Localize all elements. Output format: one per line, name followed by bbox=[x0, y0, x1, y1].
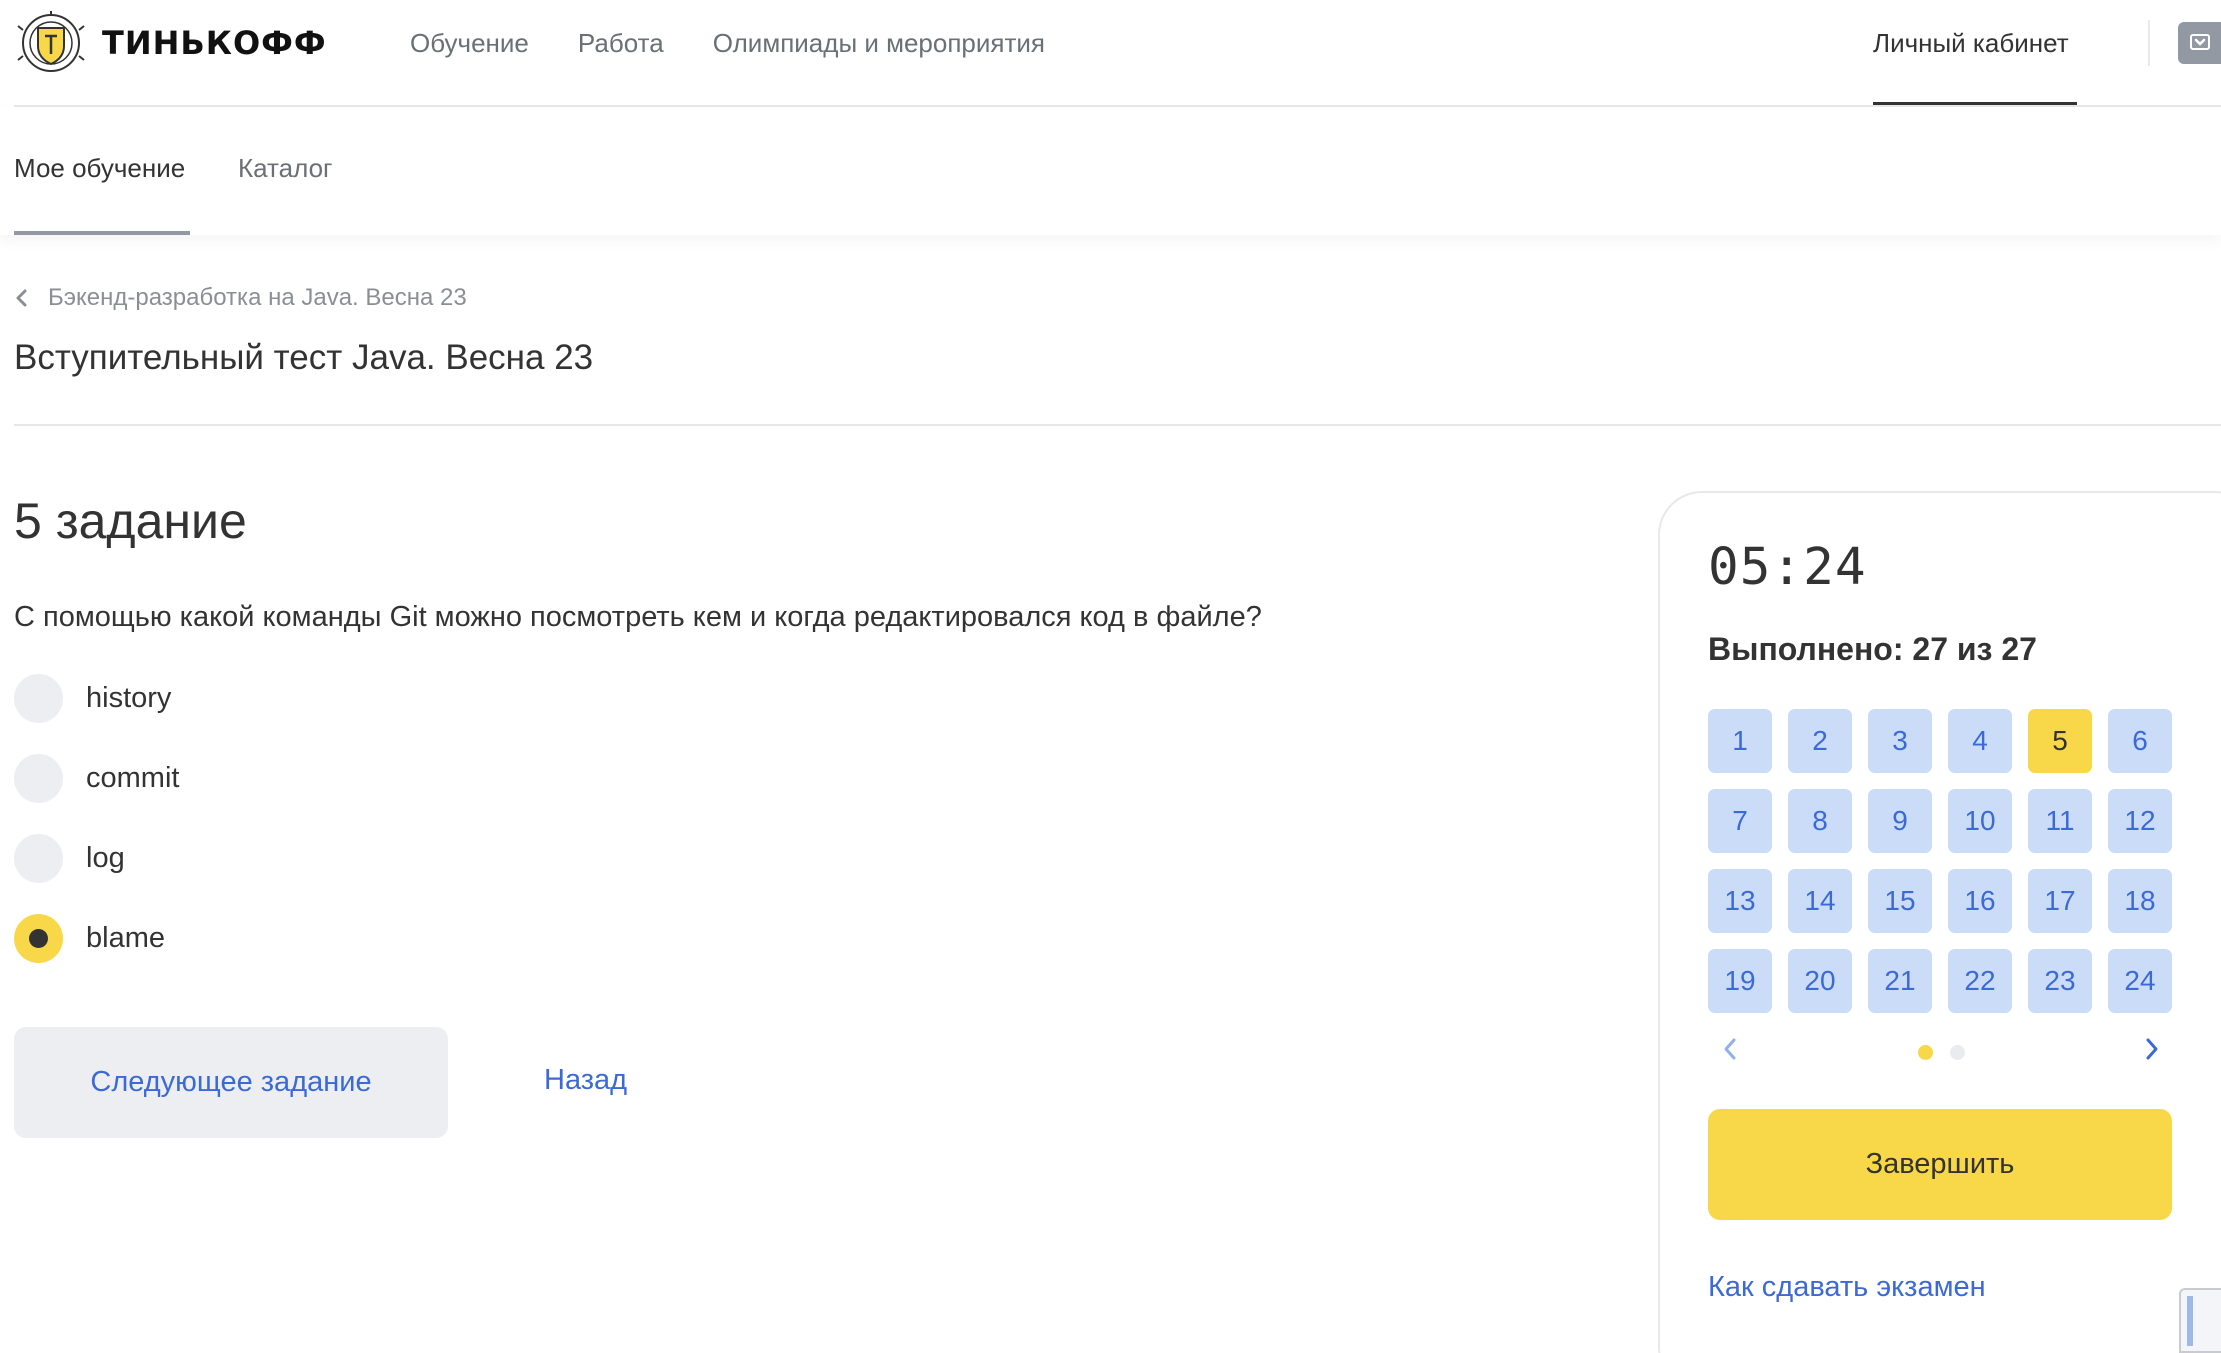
task-cell[interactable]: 22 bbox=[1948, 949, 2012, 1013]
nav-item-learning[interactable]: Обучение bbox=[410, 28, 529, 59]
task-cell[interactable]: 9 bbox=[1868, 789, 1932, 853]
answer-option-log[interactable]: log bbox=[14, 834, 125, 883]
task-cell[interactable]: 19 bbox=[1708, 949, 1772, 1013]
logo-text: ТИНЬКОФФ bbox=[102, 24, 327, 62]
option-label: blame bbox=[86, 922, 165, 954]
task-cell[interactable]: 3 bbox=[1868, 709, 1932, 773]
task-cell[interactable]: 24 bbox=[2108, 949, 2172, 1013]
task-cell[interactable]: 14 bbox=[1788, 869, 1852, 933]
option-label: history bbox=[86, 682, 172, 714]
thumbnail-content bbox=[2187, 1296, 2193, 1346]
task-cell[interactable]: 10 bbox=[1948, 789, 2012, 853]
breadcrumb[interactable]: Бэкенд-разработка на Java. Весна 23 bbox=[14, 284, 467, 312]
how-to-take-exam-link[interactable]: Как сдавать экзамен bbox=[1708, 1271, 1986, 1304]
active-tab-indicator bbox=[14, 231, 190, 235]
sub-navigation: Мое обучение Каталог bbox=[0, 107, 2221, 235]
header-divider bbox=[2148, 20, 2150, 66]
task-grid-pager bbox=[1708, 1035, 2172, 1069]
task-cell[interactable]: 12 bbox=[2108, 789, 2172, 853]
timer: 05:24 bbox=[1708, 538, 1867, 597]
tab-my-learning[interactable]: Мое обучение bbox=[14, 153, 185, 184]
task-cell[interactable]: 2 bbox=[1788, 709, 1852, 773]
finish-button[interactable]: Завершить bbox=[1708, 1109, 2172, 1220]
task-cell[interactable]: 13 bbox=[1708, 869, 1772, 933]
account-link[interactable]: Личный кабинет bbox=[1873, 28, 2069, 59]
radio-button[interactable] bbox=[14, 834, 63, 883]
task-cell-current[interactable]: 5 bbox=[2028, 709, 2092, 773]
task-cell[interactable]: 16 bbox=[1948, 869, 2012, 933]
task-cell[interactable]: 1 bbox=[1708, 709, 1772, 773]
title-divider bbox=[14, 424, 2221, 426]
task-cell[interactable]: 15 bbox=[1868, 869, 1932, 933]
task-cell[interactable]: 7 bbox=[1708, 789, 1772, 853]
chevron-left-icon bbox=[16, 289, 27, 307]
expand-button[interactable] bbox=[2178, 22, 2221, 64]
pager-dot-active[interactable] bbox=[1918, 1045, 1933, 1060]
coat-of-arms-icon bbox=[17, 11, 85, 72]
pager-dots bbox=[1918, 1045, 1982, 1060]
task-cell[interactable]: 11 bbox=[2028, 789, 2092, 853]
answer-option-blame[interactable]: blame bbox=[14, 914, 165, 963]
option-label: commit bbox=[86, 762, 180, 794]
option-label: log bbox=[86, 842, 125, 874]
answer-option-commit[interactable]: commit bbox=[14, 754, 179, 803]
pager-next-button[interactable] bbox=[2144, 1037, 2160, 1066]
task-cell[interactable]: 18 bbox=[2108, 869, 2172, 933]
question-text: С помощью какой команды Git можно посмот… bbox=[14, 601, 1262, 633]
answer-option-history[interactable]: history bbox=[14, 674, 171, 723]
pager-prev-button[interactable] bbox=[1722, 1037, 1738, 1066]
breadcrumb-label: Бэкенд-разработка на Java. Весна 23 bbox=[48, 284, 467, 311]
task-cell[interactable]: 17 bbox=[2028, 869, 2092, 933]
main-nav: Обучение Работа Олимпиады и мероприятия bbox=[410, 28, 1094, 59]
chevron-left-icon bbox=[1724, 1038, 1736, 1060]
next-task-button[interactable]: Следующее задание bbox=[14, 1027, 448, 1138]
radio-dot bbox=[29, 929, 48, 948]
task-cell[interactable]: 6 bbox=[2108, 709, 2172, 773]
task-grid: 1 2 3 4 5 6 7 8 9 10 11 12 13 14 15 16 1… bbox=[1708, 709, 2172, 1013]
logo[interactable]: ТИНЬКОФФ bbox=[14, 10, 327, 76]
radio-button[interactable] bbox=[14, 754, 63, 803]
tab-catalog[interactable]: Каталог bbox=[238, 153, 333, 184]
nav-item-olympiads[interactable]: Олимпиады и мероприятия bbox=[713, 28, 1045, 59]
page-title: Вступительный тест Java. Весна 23 bbox=[14, 338, 594, 377]
preview-thumbnail[interactable] bbox=[2179, 1288, 2221, 1353]
task-cell[interactable]: 23 bbox=[2028, 949, 2092, 1013]
task-cell[interactable]: 20 bbox=[1788, 949, 1852, 1013]
chevron-down-icon bbox=[2189, 34, 2210, 50]
task-cell[interactable]: 8 bbox=[1788, 789, 1852, 853]
back-link[interactable]: Назад bbox=[544, 1064, 627, 1097]
task-cell[interactable]: 4 bbox=[1948, 709, 2012, 773]
radio-button[interactable] bbox=[14, 674, 63, 723]
task-heading: 5 задание bbox=[14, 493, 247, 549]
nav-item-work[interactable]: Работа bbox=[578, 28, 664, 59]
radio-button-selected[interactable] bbox=[14, 914, 63, 963]
pager-dot[interactable] bbox=[1950, 1045, 1965, 1060]
task-cell[interactable]: 21 bbox=[1868, 949, 1932, 1013]
chevron-right-icon bbox=[2146, 1038, 2158, 1060]
progress-label: Выполнено: 27 из 27 bbox=[1708, 631, 2037, 667]
top-header: ТИНЬКОФФ Обучение Работа Олимпиады и мер… bbox=[0, 0, 2221, 107]
